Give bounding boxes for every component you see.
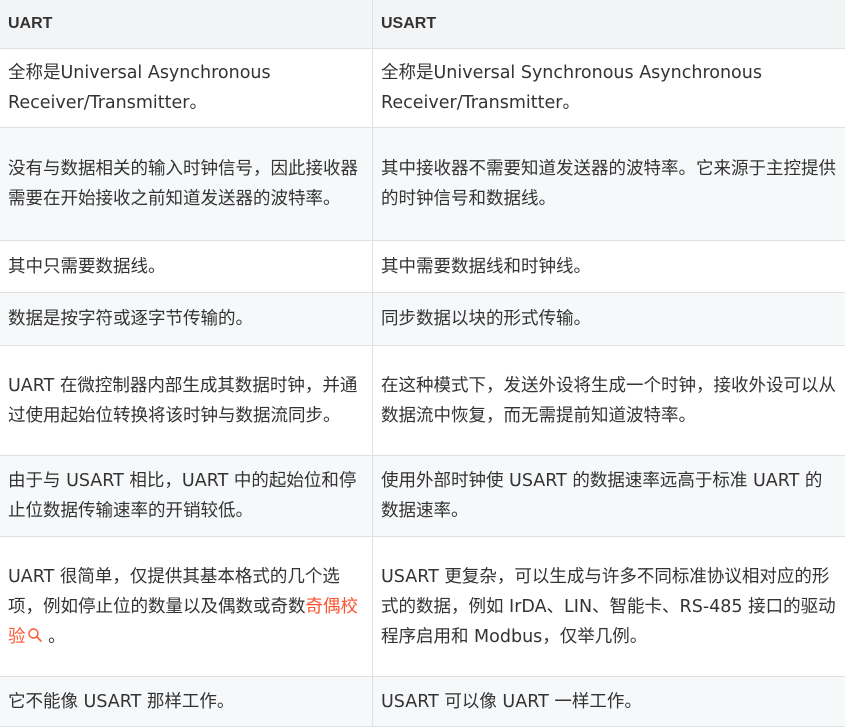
usart-cell: 其中接收器不需要知道发送器的波特率。它来源于主控提供的时钟信号和数据线。 (373, 128, 845, 241)
usart-cell: USART 可以像 UART 一样工作。 (373, 677, 845, 727)
usart-cell: 使用外部时钟使 USART 的数据速率远高于标准 UART 的数据速率。 (373, 456, 845, 537)
header-uart: UART (0, 0, 373, 49)
table-header-row: UART USART (0, 0, 845, 49)
usart-cell: 同步数据以块的形式传输。 (373, 293, 845, 346)
uart-cell: 它不能像 USART 那样工作。 (0, 677, 373, 727)
table-row: 其中只需要数据线。 其中需要数据线和时钟线。 (0, 241, 845, 293)
uart-cell: 数据是按字符或逐字节传输的。 (0, 293, 373, 346)
search-icon[interactable] (27, 627, 43, 643)
table-row: 全称是Universal Asynchronous Receiver/Trans… (0, 49, 845, 128)
uart-cell: 全称是Universal Asynchronous Receiver/Trans… (0, 49, 373, 128)
table-row: 没有与数据相关的输入时钟信号，因此接收器需要在开始接收之前知道发送器的波特率。 … (0, 128, 845, 241)
uart-cell-text: UART 很简单，仅提供其基本格式的几个选项，例如停止位的数量以及偶数或奇数 (8, 567, 340, 617)
uart-usart-comparison-table: UART USART 全称是Universal Asynchronous Rec… (0, 0, 845, 727)
usart-cell: 在这种模式下，发送外设将生成一个时钟，接收外设可以从数据流中恢复，而无需提前知道… (373, 346, 845, 456)
uart-cell: UART 在微控制器内部生成其数据时钟，并通过使用起始位转换将该时钟与数据流同步… (0, 346, 373, 456)
usart-cell: 全称是Universal Synchronous Asynchronous Re… (373, 49, 845, 128)
uart-cell: 由于与 USART 相比，UART 中的起始位和停止位数据传输速率的开销较低。 (0, 456, 373, 537)
table-row: 数据是按字符或逐字节传输的。 同步数据以块的形式传输。 (0, 293, 845, 346)
uart-cell: 没有与数据相关的输入时钟信号，因此接收器需要在开始接收之前知道发送器的波特率。 (0, 128, 373, 241)
table-row: UART 在微控制器内部生成其数据时钟，并通过使用起始位转换将该时钟与数据流同步… (0, 346, 845, 456)
table-row: 由于与 USART 相比，UART 中的起始位和停止位数据传输速率的开销较低。 … (0, 456, 845, 537)
header-usart: USART (373, 0, 845, 49)
uart-cell: 其中只需要数据线。 (0, 241, 373, 293)
usart-cell: USART 更复杂，可以生成与许多不同标准协议相对应的形式的数据，例如 IrDA… (373, 537, 845, 677)
uart-cell-suffix: 。 (43, 627, 66, 647)
table-row: 它不能像 USART 那样工作。 USART 可以像 UART 一样工作。 (0, 677, 845, 727)
table-row: UART 很简单，仅提供其基本格式的几个选项，例如停止位的数量以及偶数或奇数奇偶… (0, 537, 845, 677)
uart-cell: UART 很简单，仅提供其基本格式的几个选项，例如停止位的数量以及偶数或奇数奇偶… (0, 537, 373, 677)
usart-cell: 其中需要数据线和时钟线。 (373, 241, 845, 293)
